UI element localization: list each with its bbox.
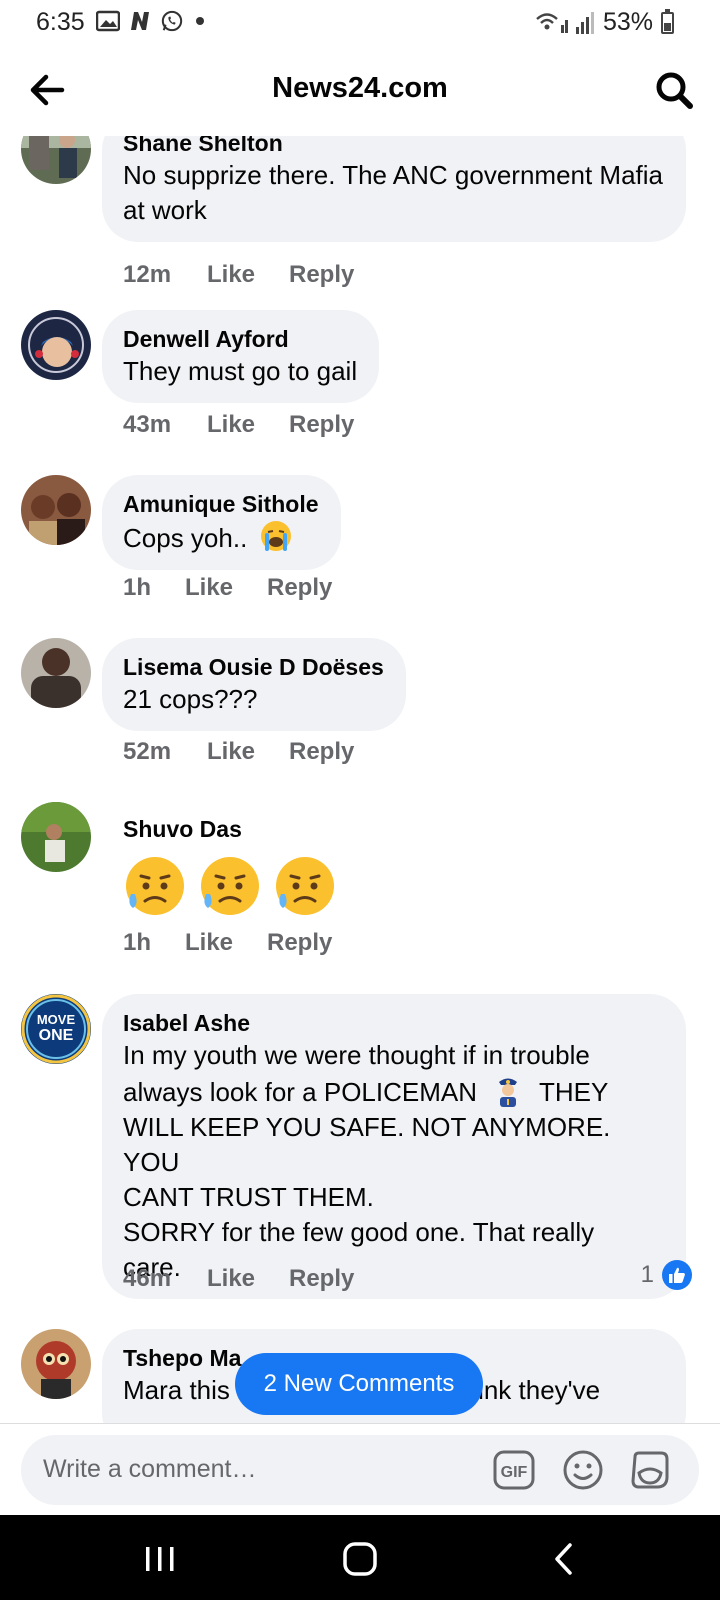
sad-sweat-face-icon	[126, 857, 184, 915]
status-bar: 6:35 53%	[0, 0, 720, 46]
comment-input[interactable]: Write a comment… GIF	[21, 1435, 699, 1505]
status-right: 53%	[535, 8, 674, 37]
reply-button[interactable]: Reply	[289, 411, 354, 439]
avatar[interactable]	[21, 638, 91, 708]
avatar[interactable]	[21, 310, 91, 380]
reply-button[interactable]: Reply	[289, 1265, 354, 1293]
battery-icon	[661, 8, 674, 34]
comment-author[interactable]: Denwell Ayford	[123, 324, 357, 354]
comment-actions: 1h Like Reply	[123, 574, 332, 602]
reply-button[interactable]: Reply	[289, 738, 354, 766]
comment-bubble[interactable]: Lisema Ousie D Doëses 21 cops???	[102, 638, 406, 731]
like-button[interactable]: Like	[207, 411, 289, 439]
comment-time: 1h	[123, 929, 152, 956]
avatar[interactable]	[21, 475, 91, 545]
svg-text:ONE: ONE	[39, 1027, 74, 1044]
comment-bubble[interactable]: Denwell Ayford They must go to gail	[102, 310, 380, 403]
police-officer-icon	[499, 1078, 518, 1107]
battery-percent: 53%	[602, 8, 653, 36]
comment-bubble[interactable]: Shane Shelton No supprize there. The ANC…	[102, 136, 686, 242]
comment-author[interactable]: Amunique Sithole	[123, 489, 319, 519]
like-button[interactable]: Like	[207, 1265, 289, 1293]
sad-sweat-face-icon	[276, 857, 335, 915]
comment-bubble[interactable]: Amunique Sithole Cops yoh..	[102, 475, 341, 570]
like-button[interactable]: Like	[207, 261, 289, 289]
search-icon[interactable]	[652, 68, 696, 112]
page-title: News24.com	[272, 72, 448, 104]
crying-face-icon	[260, 521, 291, 551]
comment-bubble[interactable]: Shuvo Das	[102, 802, 363, 941]
news-app-icon	[131, 12, 149, 30]
comment-text: 21 cops???	[123, 684, 258, 714]
comment-text: No supprize there. The ANC government Ma…	[123, 160, 664, 225]
reaction-summary[interactable]: 1	[641, 1260, 692, 1290]
comment-author[interactable]: Shane Shelton	[123, 136, 664, 158]
avatar[interactable]	[21, 802, 91, 872]
comment-actions: 52m Like Reply	[123, 738, 354, 766]
notification-dot-icon	[196, 17, 204, 25]
svg-text:MOVE: MOVE	[37, 1012, 76, 1027]
smiley-icon[interactable]	[562, 1449, 604, 1491]
comment-time: 1h	[123, 574, 152, 601]
recent-apps-icon[interactable]	[142, 1541, 178, 1577]
status-time: 6:35	[36, 8, 85, 36]
sticker-icon[interactable]	[629, 1449, 671, 1491]
svg-text:GIF: GIF	[501, 1464, 528, 1481]
wifi-icon	[536, 12, 568, 33]
comment-actions: 12m Like Reply	[123, 261, 354, 289]
avatar[interactable]	[21, 136, 91, 184]
sad-sweat-face-icon	[201, 857, 260, 915]
reply-button[interactable]: Reply	[267, 929, 332, 957]
whatsapp-icon	[161, 10, 183, 32]
comment-time: 46m	[123, 1265, 172, 1292]
like-reaction-icon	[662, 1260, 692, 1290]
comment-emoji-row	[123, 854, 341, 927]
system-nav-bar	[0, 1515, 720, 1600]
like-button[interactable]: Like	[207, 738, 289, 766]
comment-actions: 46m Like Reply	[123, 1265, 354, 1293]
reply-button[interactable]: Reply	[289, 261, 354, 289]
comment-time: 52m	[123, 738, 172, 765]
comments-list: Shane Shelton No supprize there. The ANC…	[0, 136, 720, 1423]
reaction-count: 1	[640, 1261, 654, 1288]
comment-composer: Write a comment… GIF	[0, 1423, 720, 1515]
status-notification-icons	[96, 10, 204, 32]
gif-icon[interactable]: GIF	[493, 1449, 535, 1491]
reply-button[interactable]: Reply	[267, 574, 332, 602]
comment-actions: 43m Like Reply	[123, 411, 354, 439]
comment-actions: 1h Like Reply	[123, 929, 332, 957]
comment-text: They must go to gail	[123, 356, 358, 386]
comment-author[interactable]: Shuvo Das	[123, 814, 341, 844]
back-nav-icon[interactable]	[546, 1541, 582, 1577]
like-button[interactable]: Like	[185, 574, 267, 602]
like-button[interactable]: Like	[185, 929, 267, 957]
new-comments-button[interactable]: 2 New Comments	[235, 1353, 483, 1415]
comment-input-placeholder: Write a comment…	[43, 1455, 257, 1483]
avatar[interactable]	[21, 1329, 91, 1399]
comment-text: Cops yoh..	[123, 519, 319, 556]
comment-time: 43m	[123, 411, 172, 438]
comment-text: In my youth we were thought if in troubl…	[123, 1040, 611, 1282]
gallery-icon	[96, 10, 120, 32]
avatar[interactable]: MOVE ONE	[21, 994, 91, 1064]
signal-icon	[575, 11, 594, 34]
comment-bubble[interactable]: Isabel Ashe In my youth we were thought …	[102, 994, 686, 1299]
comment-author[interactable]: Isabel Ashe	[123, 1008, 664, 1038]
comment-author[interactable]: Lisema Ousie D Doëses	[123, 652, 384, 682]
comment-time: 12m	[123, 261, 172, 288]
app-header: News24.com	[0, 46, 720, 136]
home-icon[interactable]	[342, 1541, 378, 1577]
